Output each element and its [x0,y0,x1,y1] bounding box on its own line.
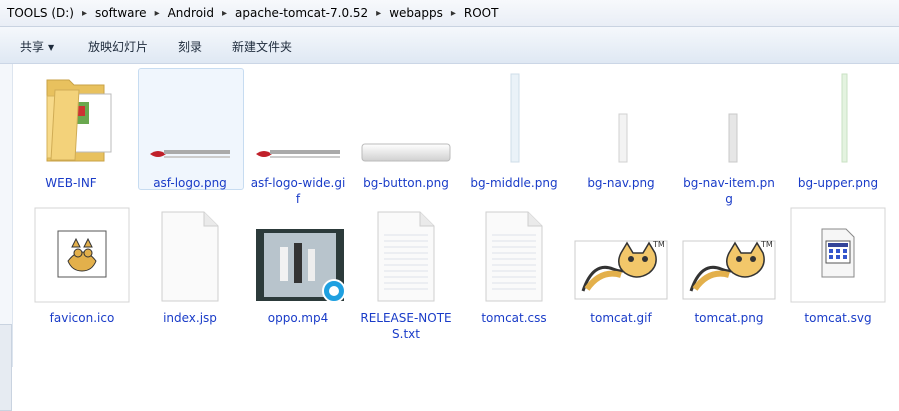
folder-icon [23,72,119,168]
tomcat-image-icon: TM [681,207,777,303]
text-document-icon [466,207,562,303]
blank-document-icon [142,207,238,303]
file-item-asf-logo[interactable]: asf-logo.png [136,72,244,191]
file-name: index.jsp [163,311,217,325]
file-name: tomcat.gif [590,311,652,325]
svg-document-icon [790,207,886,303]
file-item-tomcat-svg[interactable]: tomcat.svg [784,207,892,326]
file-item-tomcat-gif[interactable]: TM tomcat.gif [567,207,675,326]
file-name: bg-middle.png [470,176,558,190]
file-item-index-jsp[interactable]: index.jsp [136,207,244,326]
file-name: tomcat.css [481,311,547,325]
breadcrumb-separator-icon[interactable]: ▸ [446,8,461,19]
image-thumbnail-icon [250,72,346,168]
breadcrumb-root[interactable]: ROOT [461,6,502,20]
svg-text:TM: TM [760,240,773,249]
share-label: 共享 [20,40,45,54]
chevron-down-icon: ▼ [48,43,55,52]
breadcrumb-android[interactable]: Android [165,6,217,20]
command-toolbar: 共享 ▼ 放映幻灯片 刻录 新建文件夹 [0,27,899,64]
file-item-tomcat-png[interactable]: TM tomcat.png [675,207,783,326]
file-item-bg-button[interactable]: bg-button.png [352,72,460,191]
image-thumbnail-icon [573,72,669,168]
breadcrumb-separator-icon[interactable]: ▸ [150,8,165,19]
file-name: WEB-INF [45,176,97,190]
file-item-bg-middle[interactable]: bg-middle.png [460,72,568,191]
file-item-asf-logo-wide[interactable]: asf-logo-wide.gif [244,72,352,207]
breadcrumb-webapps[interactable]: webapps [386,6,446,20]
image-thumbnail-icon [681,72,777,168]
image-thumbnail-icon [790,72,886,168]
breadcrumb-software[interactable]: software [92,6,150,20]
file-name: tomcat.svg [804,311,872,325]
file-item-bg-nav-item[interactable]: bg-nav-item.png [675,72,783,207]
address-bar[interactable]: TOOLS (D:) ▸ software ▸ Android ▸ apache… [0,0,899,27]
scrollbar-thumb[interactable] [0,324,12,411]
new-folder-button[interactable]: 新建文件夹 [232,38,292,55]
video-thumbnail-icon [250,207,346,303]
file-name: bg-nav.png [587,176,655,190]
file-item-tomcat-css[interactable]: tomcat.css [460,207,568,326]
tomcat-image-icon: TM [573,207,669,303]
breadcrumb-separator-icon[interactable]: ▸ [217,8,232,19]
file-name: oppo.mp4 [267,311,329,325]
navigation-pane-edge [0,64,13,411]
file-name: tomcat.png [694,311,764,325]
file-item-release-notes[interactable]: RELEASE-NOTES.txt [352,207,460,342]
file-name: asf-logo-wide.gif [250,176,346,206]
file-name: favicon.ico [49,311,115,325]
breadcrumb-separator-icon[interactable]: ▸ [77,8,92,19]
image-thumbnail-icon [142,72,238,168]
file-name: RELEASE-NOTES.txt [360,311,452,341]
text-document-icon [358,207,454,303]
file-item-favicon[interactable]: favicon.ico [28,207,136,326]
file-name: bg-button.png [363,176,449,190]
file-item-oppo-mp4[interactable]: oppo.mp4 [244,207,352,326]
share-button[interactable]: 共享 ▼ [20,38,54,55]
file-item-bg-upper[interactable]: bg-upper.png [784,72,892,191]
breadcrumb-drive[interactable]: TOOLS (D:) [4,6,77,20]
breadcrumb: TOOLS (D:) ▸ software ▸ Android ▸ apache… [4,4,501,22]
file-name: asf-logo.png [153,176,227,190]
tomcat-icon [34,207,130,303]
burn-button[interactable]: 刻录 [178,38,202,55]
file-name: bg-upper.png [797,176,879,190]
slideshow-button[interactable]: 放映幻灯片 [88,38,148,55]
file-item-bg-nav[interactable]: bg-nav.png [567,72,675,191]
image-thumbnail-icon [358,72,454,168]
file-item-web-inf[interactable]: WEB-INF [17,72,125,191]
image-thumbnail-icon [466,72,562,168]
file-name: bg-nav-item.png [683,176,775,206]
breadcrumb-separator-icon[interactable]: ▸ [371,8,386,19]
svg-text:TM: TM [652,240,665,249]
breadcrumb-tomcat[interactable]: apache-tomcat-7.0.52 [232,6,371,20]
